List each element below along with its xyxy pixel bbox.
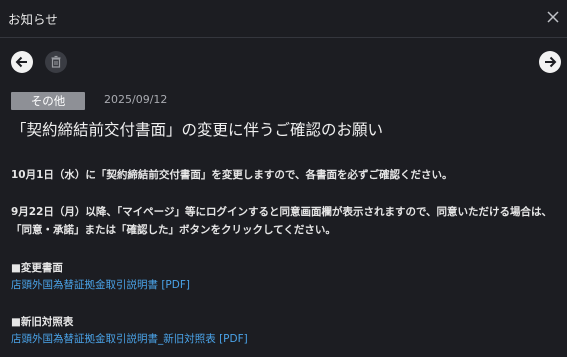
notice-paragraph: 10月1日（水）に「契約締結前交付書面」を変更しますので、各書面を必ずご確認くだ… [11,169,453,181]
arrow-right-icon [545,56,557,68]
previous-notice-button[interactable] [11,51,33,73]
notice-date: 2025/09/12 [104,93,168,106]
category-badge: その他 [11,92,85,110]
section-heading-comparison-table: ■新旧対照表 [11,316,74,328]
arrow-left-icon [15,56,27,68]
dialog-title: お知らせ [8,12,58,27]
close-button[interactable] [543,7,563,27]
notice-paragraph: 9月22日（月）以降、「マイページ」等にログインすると同意画面欄が表示されますの… [11,206,553,236]
dialog-header: お知らせ [0,0,567,38]
section-heading-changed-documents: ■変更書面 [11,262,63,274]
close-icon [547,11,559,23]
document-link-explanation-pdf[interactable]: 店頭外国為替証拠金取引説明書 [PDF] [11,277,190,292]
delete-button[interactable] [45,51,67,73]
trash-icon [51,55,61,68]
document-link-comparison-pdf[interactable]: 店頭外国為替証拠金取引説明書_新旧対照表 [PDF] [11,331,248,346]
notice-title: 「契約締結前交付書面」の変更に伴うご確認のお願い [11,121,384,139]
next-notice-button[interactable] [539,51,561,73]
notice-dialog: お知らせ その他 2025/09/12 「契約締結前交付書面」の変更に伴うご確認… [0,0,567,357]
